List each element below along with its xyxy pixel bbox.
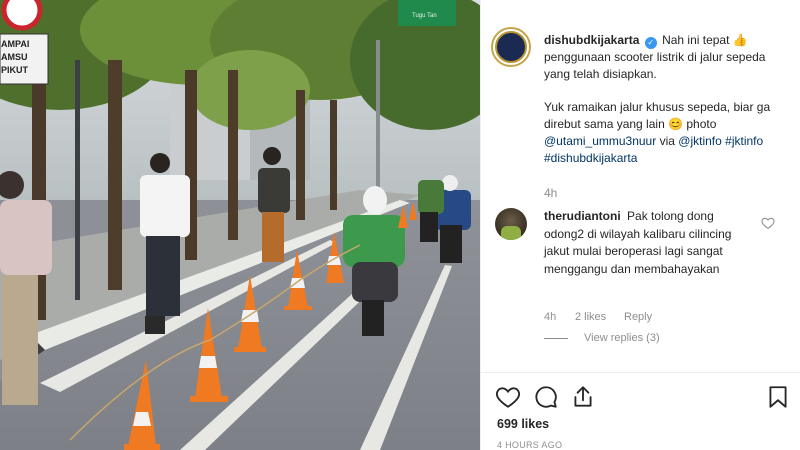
comment-meta: 4h 2 likes Reply — [544, 311, 652, 323]
author-avatar[interactable] — [491, 27, 531, 67]
commenter-avatar[interactable] — [495, 208, 527, 240]
dishub-logo-icon — [495, 31, 527, 63]
actions-divider — [481, 372, 800, 373]
author-username[interactable]: dishubdkijakarta — [544, 33, 639, 47]
hashtag-link[interactable]: #dishubdkijakarta — [544, 151, 637, 165]
post-caption: dishubdkijakarta ✓ Nah ini tepat 👍 pengg… — [544, 32, 794, 167]
action-bar — [495, 384, 795, 410]
view-replies-button[interactable]: View replies (3) — [544, 332, 660, 344]
caption-text-2: Yuk ramaikan jalur khusus sepeda, biar g… — [544, 100, 771, 132]
sign-text: AMPAI AMSU PIKUT — [1, 38, 29, 77]
comment-icon[interactable] — [533, 384, 559, 410]
post-time[interactable]: 4h — [544, 186, 557, 200]
sign-line: AMPAI — [1, 39, 30, 49]
caption-credit-prefix: photo — [686, 117, 717, 132]
sign-line: PIKUT — [1, 65, 28, 75]
share-icon[interactable] — [570, 384, 596, 410]
green-sign-text: Tugu Tan — [412, 13, 437, 19]
caption-credit-via: via — [656, 133, 675, 148]
street-photo — [0, 0, 480, 450]
mention-link[interactable]: @jktinfo — [678, 134, 722, 148]
comment-likes[interactable]: 2 likes — [575, 311, 624, 323]
reply-button[interactable]: Reply — [624, 311, 652, 323]
verified-badge-icon: ✓ — [644, 37, 657, 49]
bookmark-icon[interactable] — [765, 384, 791, 410]
comment: therudiantoni Pak tolong dong odong2 di … — [544, 208, 749, 278]
hashtag-link[interactable]: #jktinfo — [725, 134, 763, 148]
likes-count[interactable]: 699 likes — [497, 417, 549, 431]
view-replies-label: View replies (3) — [584, 332, 660, 344]
heart-icon[interactable] — [495, 384, 521, 410]
sign-line: AMSU — [1, 52, 28, 62]
posted-time[interactable]: 4 hours ago — [497, 440, 562, 450]
post-side-panel: dishubdkijakarta ✓ Nah ini tepat 👍 pengg… — [480, 0, 800, 450]
comment-time[interactable]: 4h — [544, 311, 575, 323]
comment-like-heart-icon[interactable] — [761, 216, 775, 230]
commenter-username[interactable]: therudiantoni — [544, 209, 621, 223]
replies-divider — [544, 337, 568, 339]
post-photo[interactable]: AMPAI AMSU PIKUT Tugu Tan — [0, 0, 480, 450]
credit-link[interactable]: @utami_ummu3nuur — [544, 134, 656, 148]
